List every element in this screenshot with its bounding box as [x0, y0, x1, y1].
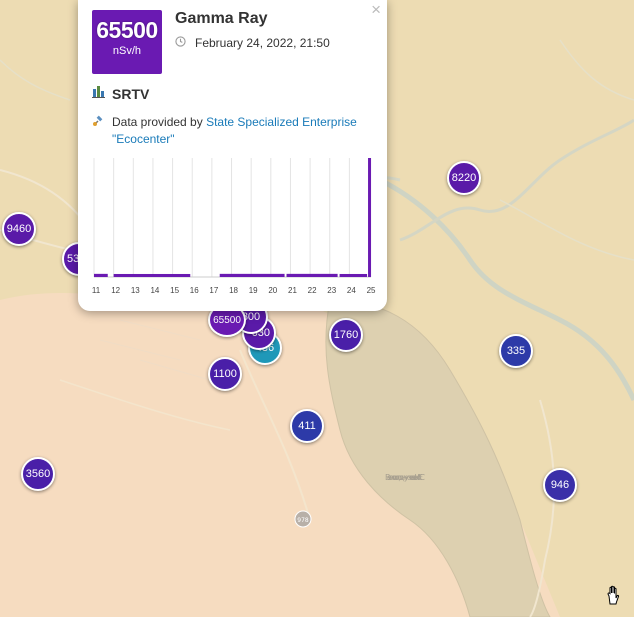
chart-bar-segment-3 — [286, 273, 338, 277]
chart-spike-bar — [368, 158, 372, 277]
station-name: SRTV — [112, 86, 150, 102]
provider-link-line2: "Ecocenter" — [112, 132, 175, 146]
map-label-cooling-pond: Велике охолоджуюче ставок ЧАЕС — [385, 473, 425, 482]
satellite-icon — [93, 115, 103, 126]
chart-bar-segment-0 — [94, 273, 108, 277]
marker-946[interactable]: 946 — [543, 468, 577, 502]
dose-history-chart: 11 12 13 14 15 16 17 18 19 20 21 22 23 24 25 — [92, 158, 376, 295]
chart-tick-label-12: 12 — [111, 286, 120, 295]
marker-3560[interactable]: 3560 — [21, 457, 55, 491]
marker-335[interactable]: 335 — [499, 334, 533, 368]
close-button[interactable]: × — [371, 0, 381, 20]
marker-9460[interactable]: 9460 — [2, 212, 36, 246]
marker-1760[interactable]: 1760 — [329, 318, 363, 352]
chart-tick-label-13: 13 — [131, 286, 140, 295]
provider-prefix: Data provided by — [112, 115, 207, 129]
chart-tick-label-16: 16 — [190, 286, 199, 295]
measurement-popup: 65500 nSv/h Gamma Ray February 24, 2022,… — [78, 0, 387, 311]
chart-bar-segment-2 — [219, 273, 285, 277]
marker-1100[interactable]: 1100 — [208, 357, 242, 391]
chart-tick-label-22: 22 — [308, 286, 317, 295]
chart-tick-label-24: 24 — [347, 286, 356, 295]
popup-title: Gamma Ray — [175, 10, 268, 27]
marker-8220[interactable]: 8220 — [447, 161, 481, 195]
measurement-date: February 24, 2022, 21:50 — [195, 36, 330, 50]
value-badge: 65500 nSv/h — [92, 10, 162, 74]
clock-icon — [175, 36, 186, 47]
provider-text: Data provided by State Specialized Enter… — [112, 114, 374, 148]
chart-tick-label-20: 20 — [268, 286, 277, 295]
marker-411[interactable]: 411 — [290, 409, 324, 443]
chart-tick-label-14: 14 — [150, 286, 159, 295]
chart-tick-label-15: 15 — [170, 286, 179, 295]
chart-bar-segment-4 — [339, 273, 368, 277]
measurement-unit: nSv/h — [112, 45, 142, 57]
map-label-978: 978 — [297, 517, 309, 524]
chart-tick-label-23: 23 — [327, 286, 336, 295]
chart-tick-label-18: 18 — [229, 286, 238, 295]
hand-cursor-icon — [607, 585, 620, 605]
provider-link-line1: State Specialized Enterprise — [206, 115, 357, 129]
chart-tick-label-17: 17 — [209, 286, 218, 295]
chart-tick-label-19: 19 — [249, 286, 258, 295]
chart-bar-segment-1 — [113, 273, 191, 277]
chart-tick-label-11: 11 — [92, 286, 101, 295]
measurement-value: 65500 — [96, 17, 158, 43]
chart-tick-label-25: 25 — [367, 286, 376, 295]
station-icon — [92, 85, 105, 98]
chart-tick-label-21: 21 — [288, 286, 297, 295]
